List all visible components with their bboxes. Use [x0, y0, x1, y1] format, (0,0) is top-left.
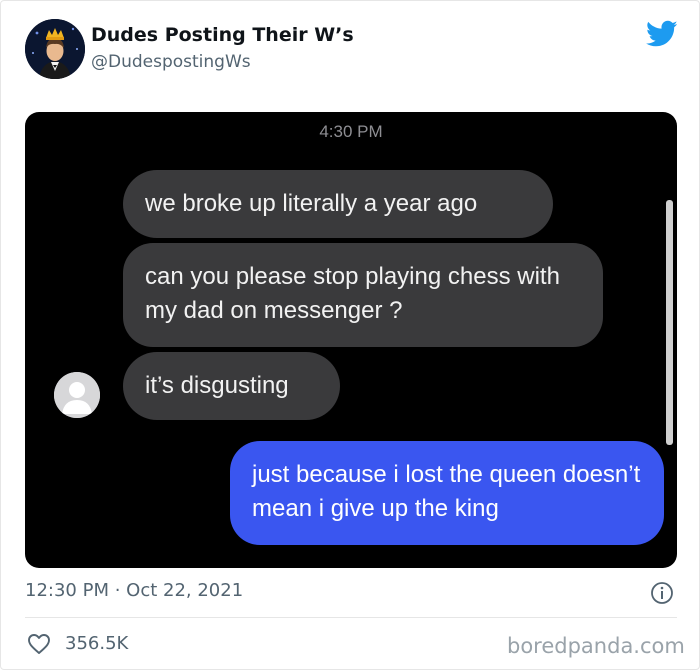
message-bubble-incoming: it’s disgusting: [123, 352, 340, 420]
tweet-timestamp[interactable]: 12:30 PM · Oct 22, 2021: [25, 580, 243, 601]
tweet-card: Dudes Posting Their W’s @DudespostingWs …: [0, 0, 700, 670]
info-icon[interactable]: [650, 581, 674, 605]
heart-icon[interactable]: [27, 633, 51, 655]
author-avatar[interactable]: [25, 19, 85, 79]
watermark: boredpanda.com: [507, 634, 685, 658]
like-count[interactable]: 356.5K: [65, 633, 128, 654]
message-screenshot: 4:30 PM we broke up literally a year ago…: [25, 112, 677, 568]
divider: [25, 617, 677, 618]
message-bubble-outgoing: just because i lost the queen doesn’t me…: [230, 441, 664, 545]
contact-avatar-icon: [54, 372, 100, 418]
message-bubble-incoming: we broke up literally a year ago: [123, 170, 553, 238]
chat-scrollbar: [666, 200, 673, 445]
chat-time: 4:30 PM: [319, 122, 383, 141]
author-name[interactable]: Dudes Posting Their W’s: [91, 24, 354, 46]
twitter-bird-icon[interactable]: [646, 20, 678, 48]
message-bubble-incoming: can you please stop playing chess with m…: [123, 243, 603, 347]
author-handle[interactable]: @DudespostingWs: [91, 52, 251, 72]
